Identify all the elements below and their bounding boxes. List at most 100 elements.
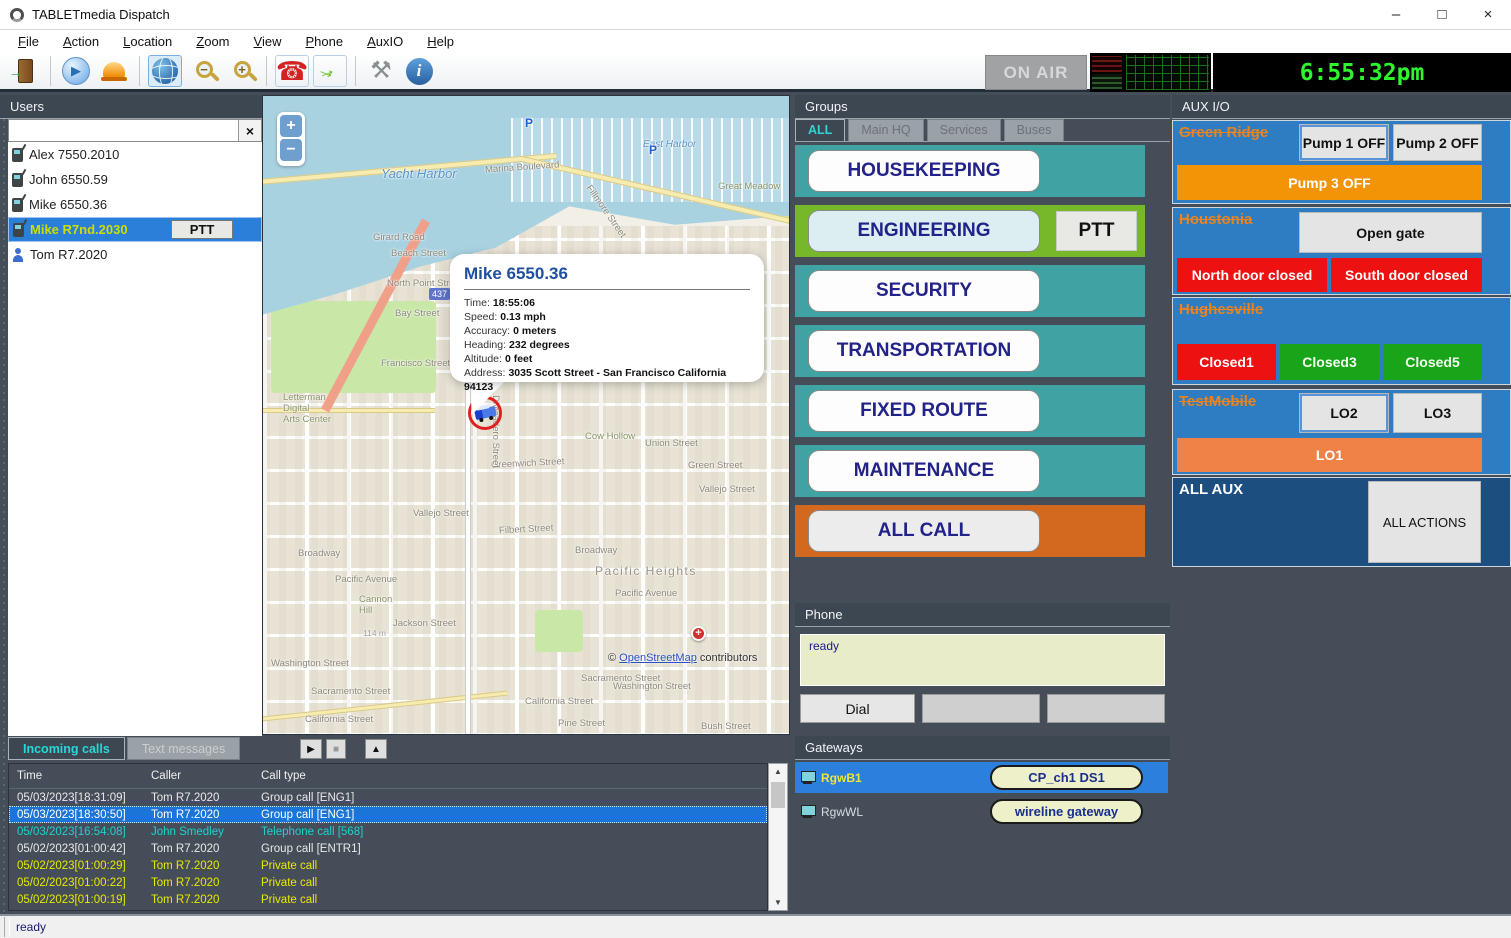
lo1-button[interactable]: LO1 — [1177, 438, 1482, 472]
user-label: John 6550.59 — [29, 172, 108, 187]
call-row[interactable]: 05/02/2023[01:00:19]Tom R7.2020Private c… — [9, 891, 767, 908]
group-transportation-button[interactable]: TRANSPORTATION — [808, 330, 1040, 372]
tools-icon[interactable]: ⚒ — [364, 55, 398, 87]
group-ptt-button[interactable]: PTT — [1056, 211, 1137, 251]
user-row[interactable]: Tom R7.2020 — [8, 242, 262, 267]
group-security-button[interactable]: SECURITY — [808, 270, 1040, 312]
scroll-thumb[interactable] — [771, 782, 785, 808]
menu-phone[interactable]: Phone — [293, 32, 355, 51]
column-call-type[interactable]: Call type — [261, 770, 767, 782]
person-user-icon — [12, 248, 24, 262]
group-all-call-button[interactable]: ALL CALL — [808, 510, 1040, 552]
tab-all[interactable]: ALL — [795, 119, 845, 141]
map-label: Sacramento Street — [311, 686, 390, 697]
playback-stop-icon[interactable]: ■ — [326, 739, 346, 759]
playback-up-icon[interactable]: ▲ — [365, 739, 387, 759]
info-icon[interactable]: i — [402, 55, 436, 87]
user-row[interactable]: John 6550.59 — [8, 167, 262, 192]
all-actions-button[interactable]: ALL ACTIONS — [1368, 481, 1481, 563]
minimize-icon[interactable]: – — [1373, 1, 1419, 29]
closed5-button[interactable]: Closed5 — [1383, 344, 1482, 380]
closed3-button[interactable]: Closed3 — [1280, 344, 1379, 380]
call-row[interactable]: 05/03/2023[18:31:09]Tom R7.2020Group cal… — [9, 789, 767, 806]
group-row: TRANSPORTATION — [795, 325, 1145, 377]
menu-zoom[interactable]: Zoom — [184, 32, 241, 51]
call-row[interactable]: 05/02/2023[01:00:29]Tom R7.2020Private c… — [9, 857, 767, 874]
globe-location-icon[interactable] — [148, 55, 182, 87]
zoom-in-icon[interactable]: + — [224, 55, 258, 87]
menu-action[interactable]: Action — [51, 32, 111, 51]
lo2-button[interactable]: LO2 — [1299, 393, 1389, 433]
map-label: Bay Street — [395, 308, 439, 319]
tab-main-hq[interactable]: Main HQ — [848, 119, 923, 141]
users-search-input[interactable] — [9, 120, 238, 141]
menu-help[interactable]: Help — [415, 32, 466, 51]
column-time[interactable]: Time — [9, 770, 151, 782]
closed1-button[interactable]: Closed1 — [1177, 344, 1276, 380]
south-door-button[interactable]: South door closed — [1331, 258, 1482, 292]
calls-scrollbar[interactable]: ▲ ▼ — [768, 763, 788, 911]
group-maintenance-button[interactable]: MAINTENANCE — [808, 450, 1040, 492]
call-row-selected[interactable]: 05/03/2023[18:30:50]Tom R7.2020Group cal… — [9, 806, 767, 823]
group-row-all-call: ALL CALL — [795, 505, 1145, 557]
zoom-out-icon[interactable]: − — [186, 55, 220, 87]
dial-button[interactable]: Dial — [800, 694, 915, 723]
gateway-channel-button[interactable]: wireline gateway — [990, 799, 1143, 824]
user-row[interactable]: Mike 6550.36 — [8, 192, 262, 217]
menu-bar: File Action Location Zoom View Phone Aux… — [0, 30, 1511, 53]
map-label: Pacific Avenue — [335, 574, 397, 585]
tab-services[interactable]: Services — [927, 119, 1001, 141]
phone-icon[interactable]: ☎ — [275, 55, 309, 87]
gateway-row[interactable]: RgwWL wireline gateway — [795, 796, 1168, 827]
map-zoom-out-button[interactable]: − — [280, 139, 302, 161]
user-row-selected[interactable]: Mike R7nd.2030 PTT — [8, 217, 262, 242]
call-row[interactable]: 05/02/2023[01:00:42]Tom R7.2020Group cal… — [9, 840, 767, 857]
group-housekeeping-button[interactable]: HOUSEKEEPING — [808, 150, 1040, 192]
call-row[interactable]: 05/03/2023[16:54:08]John SmedleyTelephon… — [9, 823, 767, 840]
phone-blank-button[interactable] — [922, 694, 1040, 723]
map-zoom-in-button[interactable]: + — [280, 115, 302, 137]
user-ptt-button[interactable]: PTT — [171, 220, 233, 239]
tab-text-messages[interactable]: Text messages — [127, 737, 240, 760]
pump1-button[interactable]: Pump 1 OFF — [1299, 124, 1389, 161]
siren-icon[interactable] — [97, 55, 131, 87]
status-gripper — [4, 917, 10, 937]
call-row[interactable]: 05/02/2023[01:00:22]Tom R7.2020Private c… — [9, 874, 767, 891]
popup-row: Heading:232 degrees — [464, 338, 750, 352]
menu-file[interactable]: File — [6, 32, 51, 51]
scroll-down-icon[interactable]: ▼ — [769, 895, 787, 910]
play-icon[interactable] — [59, 55, 93, 87]
menu-auxio[interactable]: AuxIO — [355, 32, 415, 51]
playback-play-icon[interactable]: ▶ — [300, 739, 322, 759]
maximize-icon[interactable]: □ — [1419, 1, 1465, 29]
gateway-channel-button[interactable]: CP_ch1 DS1 — [990, 765, 1143, 790]
openstreetmap-link[interactable]: OpenStreetMap — [619, 652, 697, 664]
gateway-row-selected[interactable]: RgwB1 CP_ch1 DS1 — [795, 762, 1168, 793]
user-row[interactable]: Alex 7550.2010 — [8, 142, 262, 167]
lo3-button[interactable]: LO3 — [1393, 393, 1482, 433]
crossed-arrows-icon[interactable]: →→ — [313, 55, 347, 87]
aux-section-hughesville: Hughesville Closed1 Closed3 Closed5 — [1172, 297, 1511, 385]
tab-incoming-calls[interactable]: Incoming calls — [8, 737, 125, 760]
north-door-button[interactable]: North door closed — [1177, 258, 1327, 292]
map-view[interactable]: Yacht HarborEast HarborPPMarina Boulevar… — [262, 95, 790, 735]
menu-location[interactable]: Location — [111, 32, 184, 51]
close-icon[interactable]: × — [1465, 1, 1511, 29]
clear-search-icon[interactable]: × — [238, 120, 261, 141]
pump3-button[interactable]: Pump 3 OFF — [1177, 165, 1482, 200]
on-air-indicator: ON AIR — [985, 55, 1087, 90]
column-caller[interactable]: Caller — [151, 770, 261, 782]
pump2-button[interactable]: Pump 2 OFF — [1393, 124, 1482, 161]
exit-door-icon[interactable] — [8, 55, 42, 87]
phone-blank-button[interactable] — [1047, 694, 1165, 723]
users-list: Alex 7550.2010 John 6550.59 Mike 6550.36… — [8, 142, 262, 736]
group-row: FIXED ROUTE — [795, 385, 1145, 437]
menu-view[interactable]: View — [242, 32, 294, 51]
scroll-up-icon[interactable]: ▲ — [769, 764, 787, 779]
group-fixed-route-button[interactable]: FIXED ROUTE — [808, 390, 1040, 432]
open-gate-button[interactable]: Open gate — [1299, 212, 1482, 253]
group-row: MAINTENANCE — [795, 445, 1145, 497]
tab-buses[interactable]: Buses — [1004, 119, 1065, 141]
group-engineering-button[interactable]: ENGINEERING — [808, 210, 1040, 252]
map-label: Broadway — [298, 548, 340, 559]
